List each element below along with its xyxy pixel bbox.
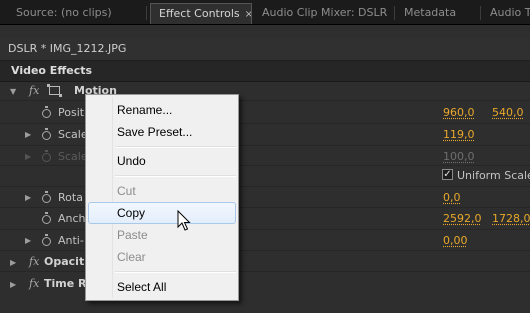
row-divider — [0, 165, 530, 166]
row-divider — [0, 207, 530, 208]
param-anchor-label: Anch — [58, 212, 86, 225]
param-scale-width-label: Scale — [58, 150, 88, 163]
stopwatch-icon[interactable] — [42, 128, 51, 140]
tab-audio-track-label: Audio T — [490, 6, 530, 19]
menu-item-undo[interactable]: Undo — [88, 150, 236, 172]
panel-tab-bar: Source: (no clips) Effect Controls × Audi… — [0, 0, 530, 25]
mouse-pointer-icon — [177, 210, 191, 231]
scale-width-value: 100,0 — [443, 150, 475, 163]
tab-audio-clip-mixer[interactable]: Audio Clip Mixer: DSLR — [254, 3, 394, 24]
scale-value[interactable]: 119,0 — [443, 128, 475, 141]
row-divider — [0, 229, 530, 230]
effect-opacity-label: Opacit — [44, 255, 85, 268]
menu-item-copy[interactable]: Copy — [88, 202, 236, 224]
menu-separator — [115, 146, 236, 148]
tab-audio-track[interactable]: Audio T — [482, 3, 530, 24]
fx-toggle-icon[interactable]: fx — [29, 255, 39, 268]
param-position-label: Posit — [58, 106, 85, 119]
stopwatch-icon[interactable] — [42, 106, 51, 118]
tab-metadata-label: Metadata — [404, 6, 457, 19]
param-scale-label: Scale — [58, 128, 88, 141]
row-divider — [0, 186, 530, 187]
fx-toggle-icon[interactable]: fx — [29, 84, 39, 97]
menu-item-cut: Cut — [117, 184, 136, 198]
stopwatch-icon[interactable] — [42, 234, 51, 246]
anti-flicker-value[interactable]: 0,00 — [443, 234, 468, 247]
collapsed-triangle-icon[interactable]: ▶ — [25, 193, 31, 202]
anchor-x-value[interactable]: 2592,0 — [443, 212, 482, 225]
row-divider — [0, 271, 530, 272]
collapsed-triangle-icon[interactable]: ▶ — [10, 280, 16, 289]
uniform-scale-checkbox[interactable]: ✓ — [442, 169, 453, 180]
motion-transform-icon[interactable] — [47, 84, 62, 97]
video-effects-title: Video Effects — [11, 64, 93, 77]
tab-audio-clip-mixer-label: Audio Clip Mixer: DSLR — [262, 6, 388, 19]
collapsed-triangle-icon[interactable]: ▶ — [10, 258, 16, 267]
menu-separator — [115, 271, 236, 273]
rotation-value[interactable]: 0,0 — [443, 191, 461, 204]
uniform-scale-label: Uniform Scale — [457, 169, 530, 182]
stopwatch-icon[interactable] — [42, 212, 51, 224]
stopwatch-icon — [42, 150, 51, 162]
position-y-value[interactable]: 540,0 — [492, 106, 524, 119]
fx-toggle-icon[interactable]: fx — [29, 277, 39, 290]
anchor-y-value[interactable]: 1728,0 — [492, 212, 530, 225]
param-anti-flicker-label: Anti- — [58, 234, 84, 247]
tab-source-label: Source: (no clips) — [16, 6, 112, 19]
collapsed-triangle-icon[interactable]: ▶ — [25, 236, 31, 245]
stopwatch-icon[interactable] — [42, 191, 51, 203]
row-divider — [0, 100, 530, 101]
menu-item-select-all[interactable]: Select All — [88, 276, 236, 298]
tab-effect-controls-label: Effect Controls — [159, 7, 240, 20]
context-menu: Rename... Save Preset... Undo Cut Copy P… — [85, 94, 239, 301]
tab-divider — [146, 6, 147, 20]
row-divider — [0, 250, 530, 251]
menu-separator — [115, 175, 236, 177]
collapsed-triangle-icon[interactable]: ▶ — [25, 130, 31, 139]
menu-item-paste: Paste — [117, 228, 148, 242]
close-icon[interactable]: × — [245, 9, 251, 20]
menu-item-save-preset[interactable]: Save Preset... — [88, 121, 236, 143]
row-divider — [0, 123, 530, 124]
expanded-triangle-icon[interactable]: ▼ — [10, 87, 16, 96]
menu-item-clear: Clear — [117, 250, 146, 264]
tab-effect-controls[interactable]: Effect Controls × — [150, 3, 252, 24]
clip-title: DSLR * IMG_1212.JPG — [8, 42, 127, 55]
tab-metadata[interactable]: Metadata — [396, 3, 480, 24]
tab-divider — [480, 6, 481, 20]
param-rotation-label: Rota — [58, 191, 83, 204]
tab-source[interactable]: Source: (no clips) — [8, 3, 146, 24]
menu-item-rename[interactable]: Rename... — [88, 99, 236, 121]
row-divider — [0, 145, 530, 146]
tab-divider — [394, 6, 395, 20]
position-x-value[interactable]: 960,0 — [443, 106, 475, 119]
collapsed-triangle-icon: ▶ — [25, 152, 32, 161]
effect-time-remap-label: Time R — [44, 277, 87, 290]
